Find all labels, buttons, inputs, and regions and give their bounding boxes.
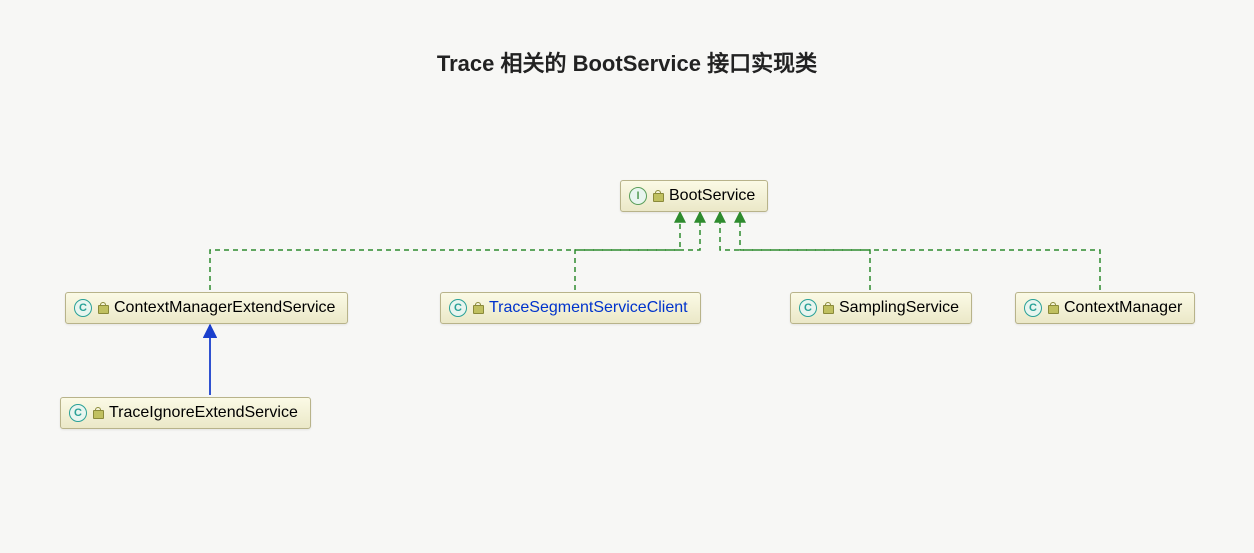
node-bootservice[interactable]: I BootService (620, 180, 768, 212)
lock-icon (93, 407, 103, 419)
lock-icon (823, 302, 833, 314)
class-icon: C (74, 299, 92, 317)
node-label: ContextManager (1064, 299, 1182, 317)
node-context-manager[interactable]: C ContextManager (1015, 292, 1195, 324)
class-icon: C (69, 404, 87, 422)
node-context-manager-extend-service[interactable]: C ContextManagerExtendService (65, 292, 348, 324)
interface-icon: I (629, 187, 647, 205)
class-icon: C (799, 299, 817, 317)
class-icon: C (449, 299, 467, 317)
node-sampling-service[interactable]: C SamplingService (790, 292, 972, 324)
lock-icon (473, 302, 483, 314)
node-trace-segment-service-client[interactable]: C TraceSegmentServiceClient (440, 292, 701, 324)
lock-icon (98, 302, 108, 314)
node-trace-ignore-extend-service[interactable]: C TraceIgnoreExtendService (60, 397, 311, 429)
node-label: TraceSegmentServiceClient (489, 299, 688, 317)
lock-icon (653, 190, 663, 202)
node-label: TraceIgnoreExtendService (109, 404, 298, 422)
diagram-title: Trace 相关的 BootService 接口实现类 (0, 46, 1254, 78)
node-label: ContextManagerExtendService (114, 299, 335, 317)
lock-icon (1048, 302, 1058, 314)
node-label: SamplingService (839, 299, 959, 317)
node-label: BootService (669, 187, 755, 205)
class-icon: C (1024, 299, 1042, 317)
relationship-lines (0, 0, 1254, 553)
